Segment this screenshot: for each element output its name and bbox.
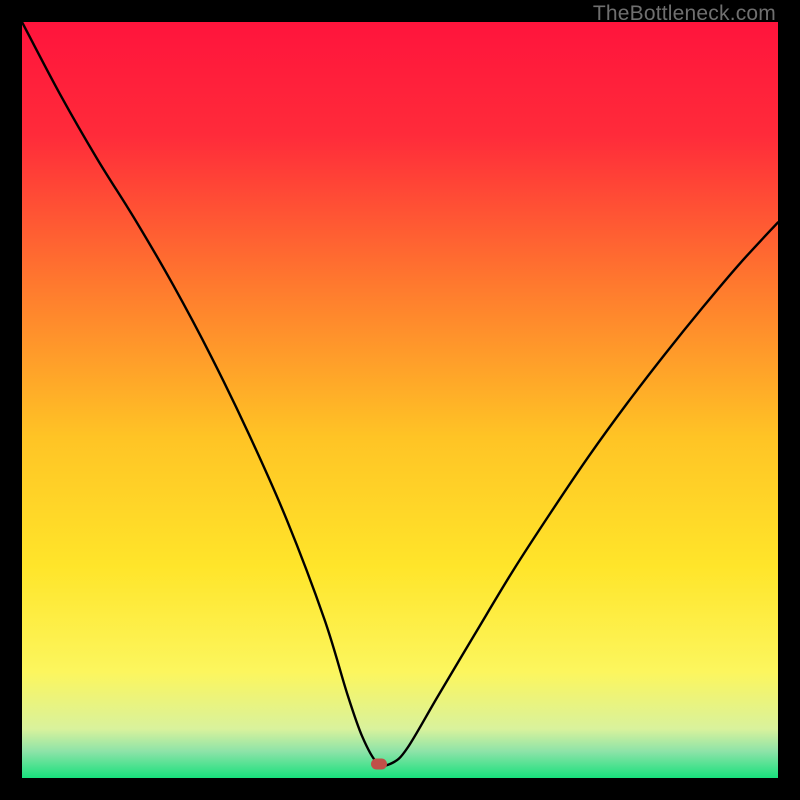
watermark-text: TheBottleneck.com: [593, 2, 776, 26]
bottleneck-chart: [22, 22, 778, 778]
gradient-background: [22, 22, 778, 778]
chart-frame: [22, 22, 778, 778]
optimal-point-marker: [371, 758, 387, 769]
